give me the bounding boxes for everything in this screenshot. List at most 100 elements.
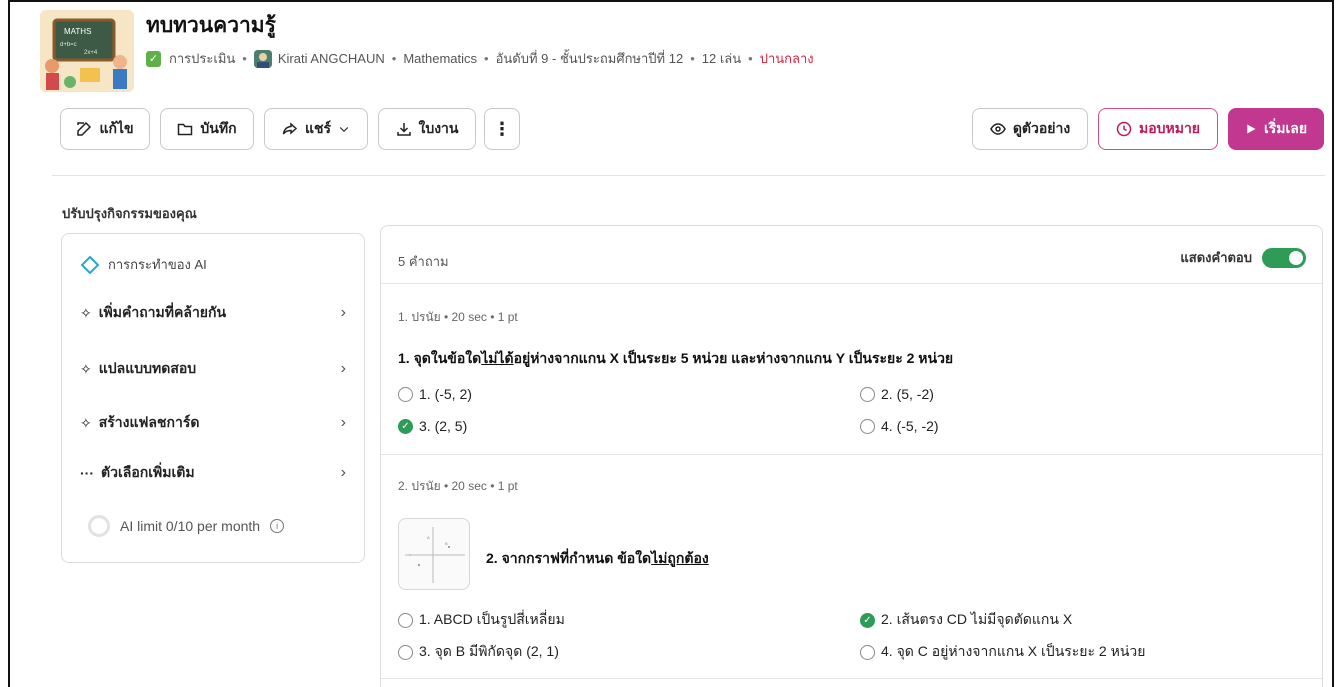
question-meta: 1. ปรนัย • 20 sec • 1 pt [398,310,518,324]
start-label: เริ่มเลย [1263,120,1308,136]
radio-unselected-icon [860,386,875,402]
answer-option-text: 3. จุด B มีพิกัดจุด (2, 1) [419,643,559,659]
clipboard-check-icon: ✓ [146,50,161,67]
answer-option-text: 3. (2, 5) [419,418,468,434]
difficulty-level: ปานกลาง [759,51,814,66]
question-card[interactable]: 2. ปรนัย • 20 sec • 1 pt B A 2. จากกราฟท… [381,455,1322,679]
svg-text:d+b=c: d+b=c [60,42,77,48]
separator-dot: • [690,51,695,66]
separator-dot: • [242,51,247,66]
author-avatar[interactable] [253,49,272,68]
activity-thumbnail: MATHS d+b=c 2x+4 [40,10,134,92]
questions-panel: 5 คำถาม แสดงคำตอบ 1. ปรนัย • 20 sec • 1 … [380,225,1323,687]
usage-ring-icon [88,515,110,537]
share-button[interactable]: แชร์ [264,108,368,150]
worksheet-button[interactable]: ใบงาน [378,108,476,150]
svg-text:B: B [445,541,448,546]
radio-unselected-icon [860,418,875,434]
assign-label: มอบหมาย [1138,120,1201,136]
radio-unselected-icon [398,644,413,660]
chevron-right-icon: › [340,304,346,321]
radio-unselected-icon [398,386,413,402]
answer-option: 4. จุด C อยู่ห่างจากแกน X เป็นระยะ 2 หน่… [860,641,1145,663]
sparkle-icon: ✧ [80,304,92,321]
ellipsis-icon: ··· [80,465,94,481]
chevron-down-icon [339,127,349,133]
preview-button[interactable]: ดูตัวอย่าง [972,108,1088,150]
folder-icon [178,123,193,136]
share-label: แชร์ [304,120,332,136]
ai-item-label: ตัวเลือกเพิ่มเติม [101,464,195,480]
ai-translate-quiz[interactable]: ✧ แปลแบบทดสอบ › [80,358,346,380]
play-icon [1247,124,1256,134]
question-text-part: 2. จากกราฟที่กำหนด ข้อใด [486,550,652,566]
question-text: 2. จากกราฟที่กำหนด ข้อใดไม่ถูกต้อง [486,548,709,570]
worksheet-label: ใบงาน [418,120,459,136]
answer-option-text: 1. ABCD เป็นรูปสี่เหลี่ยม [419,611,565,627]
separator-dot: • [391,51,397,66]
answer-option-correct: ✓ 3. (2, 5) [398,418,467,434]
check-circle-icon: ✓ [398,418,413,434]
section-title: ปรับปรุงกิจกรรมของคุณ [62,206,197,221]
start-button[interactable]: เริ่มเลย [1228,108,1324,150]
ai-limit-label: AI limit 0/10 per month [120,518,261,534]
sparkle-icon: ✧ [80,414,92,431]
answer-option: 3. จุด B มีพิกัดจุด (2, 1) [398,641,559,663]
answer-option: 2. (5, -2) [860,386,934,402]
more-options-button[interactable]: ⋮ [484,108,520,150]
ai-limit-indicator: AI limit 0/10 per month i [88,515,285,537]
ai-panel-heading: การกระทำของ AI [80,254,207,275]
svg-text:2x+4: 2x+4 [84,50,98,56]
question-text-emphasis: ไม่ได้ [481,350,514,366]
plays-count: 12 เล่น [701,51,742,66]
download-icon [396,123,411,136]
answer-option: 4. (-5, -2) [860,418,939,434]
question-count: 5 คำถาม [398,254,449,269]
answer-option: 1. ABCD เป็นรูปสี่เหลี่ยม [398,609,565,631]
show-answers-label: แสดงคำตอบ [1180,250,1252,265]
save-label: บันทึก [200,120,237,136]
author-name[interactable]: Kirati ANGCHAUN [278,51,385,66]
edit-pencil-icon [77,121,92,136]
info-icon[interactable]: i [270,519,285,533]
chevron-right-icon: › [340,464,346,481]
edit-label: แก้ไข [99,120,134,136]
question-meta: 2. ปรนัย • 20 sec • 1 pt [398,479,518,493]
question-graph-image[interactable]: B A [398,518,470,590]
ai-add-similar-questions[interactable]: ✧ เพิ่มคำถามที่คล้ายกัน › [80,302,346,324]
question-text-emphasis: ไม่ถูกต้อง [651,550,709,566]
ai-item-label: แปลแบบทดสอบ [98,360,197,376]
ai-more-options[interactable]: ··· ตัวเลือกเพิ่มเติม › [80,462,346,484]
save-button[interactable]: บันทึก [160,108,254,150]
show-answers-control: แสดงคำตอบ [1180,247,1306,268]
answer-option: 1. (-5, 2) [398,386,472,402]
svg-text:A: A [427,535,430,540]
answer-option-text: 4. จุด C อยู่ห่างจากแกน X เป็นระยะ 2 หน่… [881,643,1146,659]
assign-button[interactable]: มอบหมาย [1098,108,1218,150]
question-text: 1. จุดในข้อใดไม่ได้อยู่ห่างจากแกน X เป็น… [398,348,953,370]
answer-option-text: 2. (5, -2) [881,386,934,402]
answer-option-correct: ✓ 2. เส้นตรง CD ไม่มีจุดตัดแกน X [860,609,1072,631]
activity-title: ทบทวนความรู้ [146,14,276,37]
grade-label: อันดับที่ 9 - ชั้นประถมศึกษาปีที่ 12 [495,51,684,66]
activity-header: MATHS d+b=c 2x+4 ทบทวนความรู้ ✓ การประเม… [40,10,814,92]
question-text-part: 1. จุดในข้อใด [398,350,482,366]
assessment-label: การประเมิน [169,51,236,66]
ai-heading-label: การกระทำของ AI [108,257,207,272]
questions-header: 5 คำถาม แสดงคำตอบ [381,226,1322,284]
ai-diamond-icon [80,255,100,274]
thumb-text: MATHS [64,27,91,36]
radio-unselected-icon [398,612,413,628]
answer-option-text: 1. (-5, 2) [419,386,472,402]
separator-dot: • [484,51,489,66]
eye-icon [989,123,1006,135]
edit-button[interactable]: แก้ไข [60,108,150,150]
show-answers-toggle[interactable] [1262,247,1306,268]
preview-label: ดูตัวอย่าง [1012,120,1071,136]
ai-create-flashcards[interactable]: ✧ สร้างแฟลชการ์ด › [80,412,346,434]
check-circle-icon: ✓ [860,612,875,628]
action-toolbar: แก้ไข บันทึก แชร์ ใบงาน ⋮ ดูตัวอย่าง มอบ… [52,108,1325,152]
chevron-right-icon: › [340,414,346,431]
ai-item-label: เพิ่มคำถามที่คล้ายกัน [98,304,227,320]
question-card[interactable]: 1. ปรนัย • 20 sec • 1 pt 1. จุดในข้อใดไม… [381,284,1322,455]
